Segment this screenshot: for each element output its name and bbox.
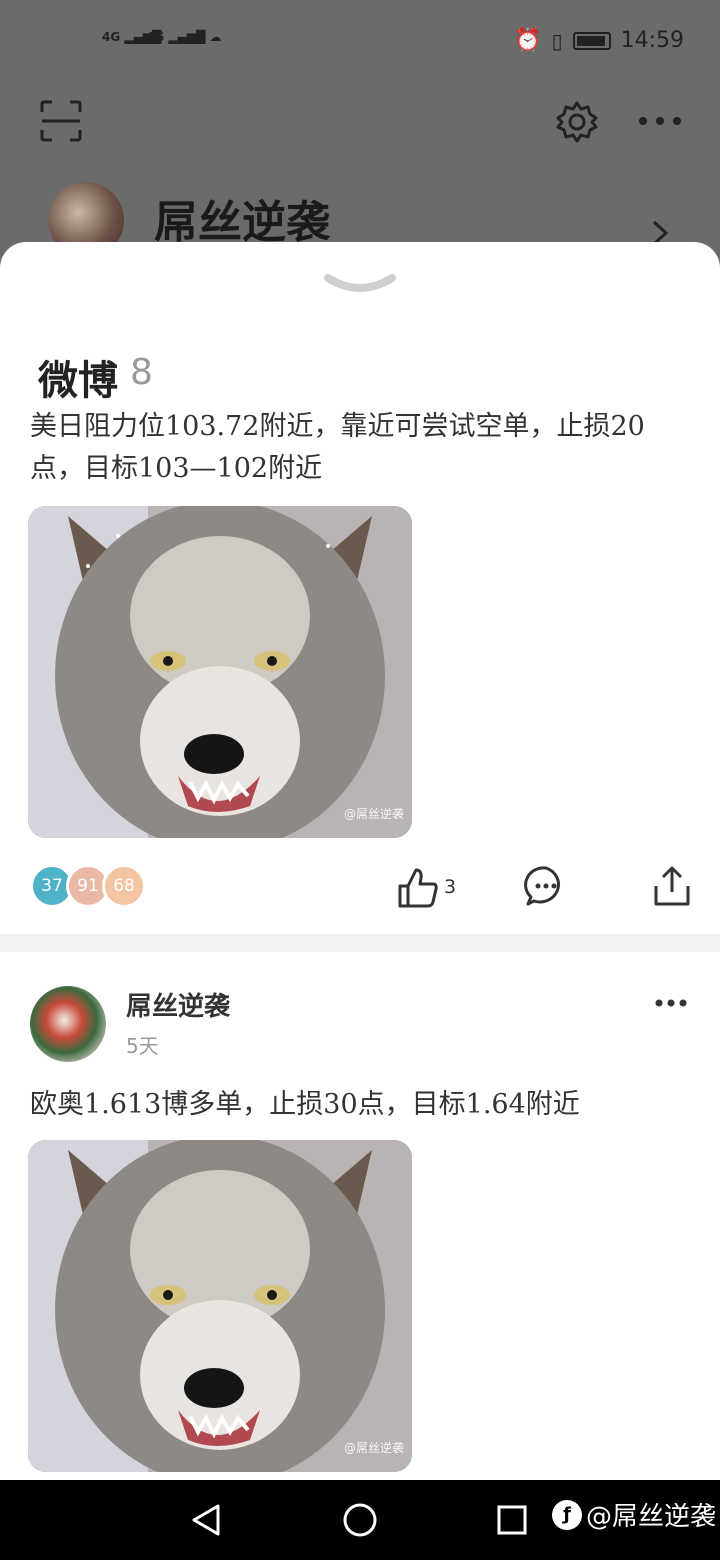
scan-icon[interactable] — [40, 100, 82, 142]
more-icon[interactable] — [636, 114, 684, 128]
more-icon[interactable] — [654, 998, 688, 1008]
post-text: 欧奥1.613博多单，止损30点，目标1.64附近 — [30, 1089, 580, 1120]
comment-icon[interactable] — [524, 864, 568, 908]
alarm-icon: ⏰ — [514, 28, 542, 53]
post-image[interactable]: @屌丝逆袭 — [28, 506, 412, 838]
gear-icon[interactable] — [556, 101, 598, 143]
profile-name[interactable]: 屌丝逆袭 — [154, 186, 330, 250]
wolf-illustration — [28, 506, 412, 838]
weibo-sheet: 微博 8 美日阻力位103.72附近，靠近可尝试空单，止损20点，目标103—1… — [0, 242, 720, 1480]
status-right: ⏰ ▯ 14:59 — [514, 28, 684, 53]
like-count: 3 — [444, 876, 457, 898]
collapse-chevron-icon[interactable] — [324, 272, 396, 302]
home-icon[interactable] — [342, 1502, 378, 1538]
status-bar: 4G ▂▄▆█ 4G ▂▄▆█ ☁ ⏰ ▯ 14:59 — [0, 0, 720, 80]
avatar[interactable] — [30, 986, 106, 1062]
reaction-avatar: 68 — [102, 864, 146, 908]
image-watermark: @屌丝逆袭 — [343, 1441, 404, 1455]
section-count: 8 — [130, 352, 153, 393]
vibrate-icon: ▯ — [551, 28, 563, 53]
wolf-illustration — [28, 1140, 412, 1472]
signal-icon-2: 4G ▂▄▆█ ☁ — [146, 30, 222, 44]
recent-apps-icon[interactable] — [496, 1504, 528, 1536]
post-author[interactable]: 屌丝逆袭 — [126, 986, 230, 1023]
post-time: 5天 — [126, 1034, 159, 1058]
section-title: 微博 — [38, 358, 118, 404]
back-icon[interactable] — [188, 1502, 224, 1538]
post-text: 美日阻力位103.72附近，靠近可尝试空单，止损20点，目标103—102附近 — [30, 411, 645, 484]
weibo-logo-icon: ƒ — [552, 1499, 582, 1530]
battery-icon — [572, 31, 611, 50]
post-image[interactable]: @屌丝逆袭 — [28, 1140, 412, 1472]
reaction-avatars[interactable]: 37 91 68 — [30, 864, 150, 908]
share-icon[interactable] — [652, 864, 692, 908]
watermark-text: @屌丝逆袭 — [586, 1502, 717, 1532]
clock: 14:59 — [620, 28, 684, 53]
weibo-watermark: ƒ @屌丝逆袭 — [552, 1496, 716, 1533]
image-watermark: @屌丝逆袭 — [343, 807, 404, 821]
post-divider — [0, 934, 720, 952]
like-icon[interactable] — [396, 866, 440, 910]
